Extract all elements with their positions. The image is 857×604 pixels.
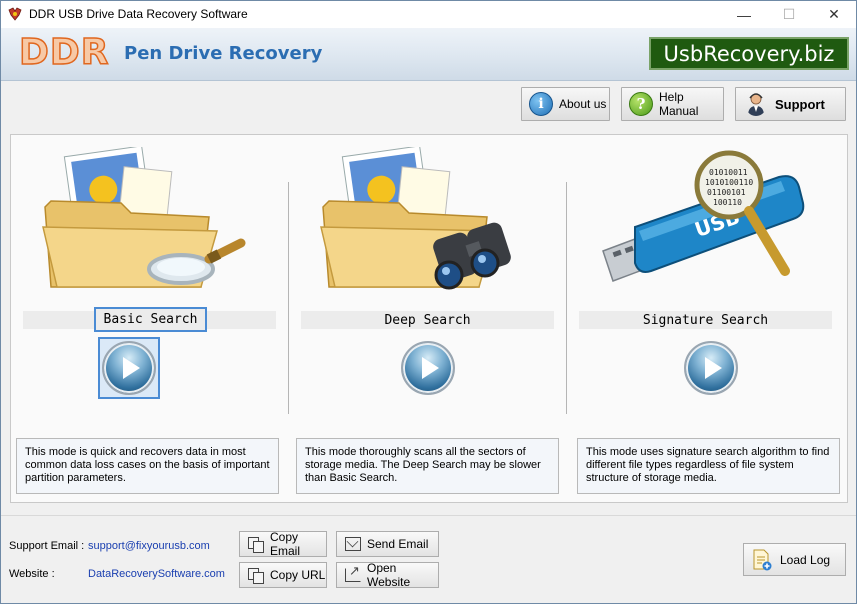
- envelope-icon: [345, 537, 361, 551]
- usb-magnifier-icon: USB 01010011 1010100110 01100101 100110: [602, 150, 805, 282]
- title-bar: DDR USB Drive Data Recovery Software — ☐…: [1, 1, 856, 28]
- help-icon: ?: [629, 92, 653, 116]
- about-us-button[interactable]: i About us: [521, 87, 610, 121]
- svg-text:01010011: 01010011: [709, 168, 748, 177]
- deep-search-start-button[interactable]: [397, 337, 459, 399]
- folder-binoculars-icon: [320, 147, 511, 290]
- header-banner: DDR Pen Drive Recovery UsbRecovery.biz: [1, 28, 856, 81]
- website-link[interactable]: DataRecoverySoftware.com: [88, 568, 225, 580]
- copy-url-label: Copy URL: [270, 568, 326, 582]
- support-label: Support: [775, 96, 825, 112]
- external-link-icon: [345, 563, 361, 582]
- site-badge: UsbRecovery.biz: [649, 37, 849, 70]
- app-icon: [8, 7, 22, 21]
- minimize-button[interactable]: —: [721, 1, 767, 28]
- help-manual-label: Help Manual: [659, 90, 699, 118]
- copy-icon: [248, 537, 264, 553]
- product-title: Pen Drive Recovery: [124, 43, 323, 64]
- support-email-label: Support Email :: [9, 540, 85, 552]
- open-website-button[interactable]: Open Website: [336, 561, 439, 589]
- basic-search-description: This mode is quick and recovers data in …: [16, 438, 279, 494]
- help-manual-button[interactable]: ? Help Manual: [621, 87, 724, 121]
- signature-search-description: This mode uses signature search algorith…: [577, 438, 840, 494]
- svg-text:01100101: 01100101: [707, 188, 746, 197]
- svg-text:1010100110: 1010100110: [705, 178, 753, 187]
- signature-search-description-text: This mode uses signature search algorith…: [586, 446, 830, 484]
- ddr-logo: DDR: [18, 32, 110, 74]
- folder-magnifier-icon: [42, 147, 246, 288]
- svg-text:100110: 100110: [713, 198, 742, 207]
- send-email-label: Send Email: [367, 537, 429, 551]
- copy-email-label: Copy Email: [270, 530, 301, 558]
- mode-divider: [288, 182, 289, 414]
- close-button[interactable]: ✕: [811, 1, 857, 28]
- send-email-button[interactable]: Send Email: [336, 531, 439, 557]
- footer-separator: [1, 515, 856, 516]
- deep-search-label[interactable]: Deep Search: [301, 311, 554, 329]
- info-icon: i: [529, 92, 553, 116]
- maximize-button[interactable]: ☐: [766, 1, 812, 28]
- support-person-icon: [748, 93, 764, 116]
- copy-email-button[interactable]: Copy Email: [239, 530, 327, 558]
- deep-search-description-text: This mode thoroughly scans all the secto…: [305, 446, 541, 484]
- copy-icon: [248, 568, 264, 584]
- deep-search-description: This mode thoroughly scans all the secto…: [296, 438, 559, 494]
- about-us-label: About us: [559, 97, 607, 111]
- mode-divider: [566, 182, 567, 414]
- basic-search-description-text: This mode is quick and recovers data in …: [25, 446, 270, 484]
- play-icon: [102, 341, 156, 395]
- support-email-link[interactable]: support@fixyourusb.com: [88, 540, 210, 552]
- window-title: DDR USB Drive Data Recovery Software: [29, 7, 248, 21]
- website-label: Website :: [9, 568, 55, 580]
- support-button[interactable]: Support: [735, 87, 846, 121]
- basic-search-label[interactable]: Basic Search: [94, 307, 207, 332]
- app-window: DDR USB Drive Data Recovery Software — ☐…: [0, 0, 857, 604]
- load-log-button[interactable]: Load Log: [743, 543, 846, 576]
- search-modes-panel: USB 01010011 1010100110 01100101 100110 …: [10, 134, 848, 503]
- play-icon: [401, 341, 455, 395]
- play-icon: [684, 341, 738, 395]
- signature-search-start-button[interactable]: [680, 337, 742, 399]
- basic-search-start-button[interactable]: [98, 337, 160, 399]
- log-file-icon: [753, 549, 772, 570]
- copy-url-button[interactable]: Copy URL: [239, 562, 327, 588]
- open-website-label: Open Website: [367, 561, 411, 589]
- signature-search-label[interactable]: Signature Search: [579, 311, 832, 329]
- load-log-label: Load Log: [780, 552, 831, 567]
